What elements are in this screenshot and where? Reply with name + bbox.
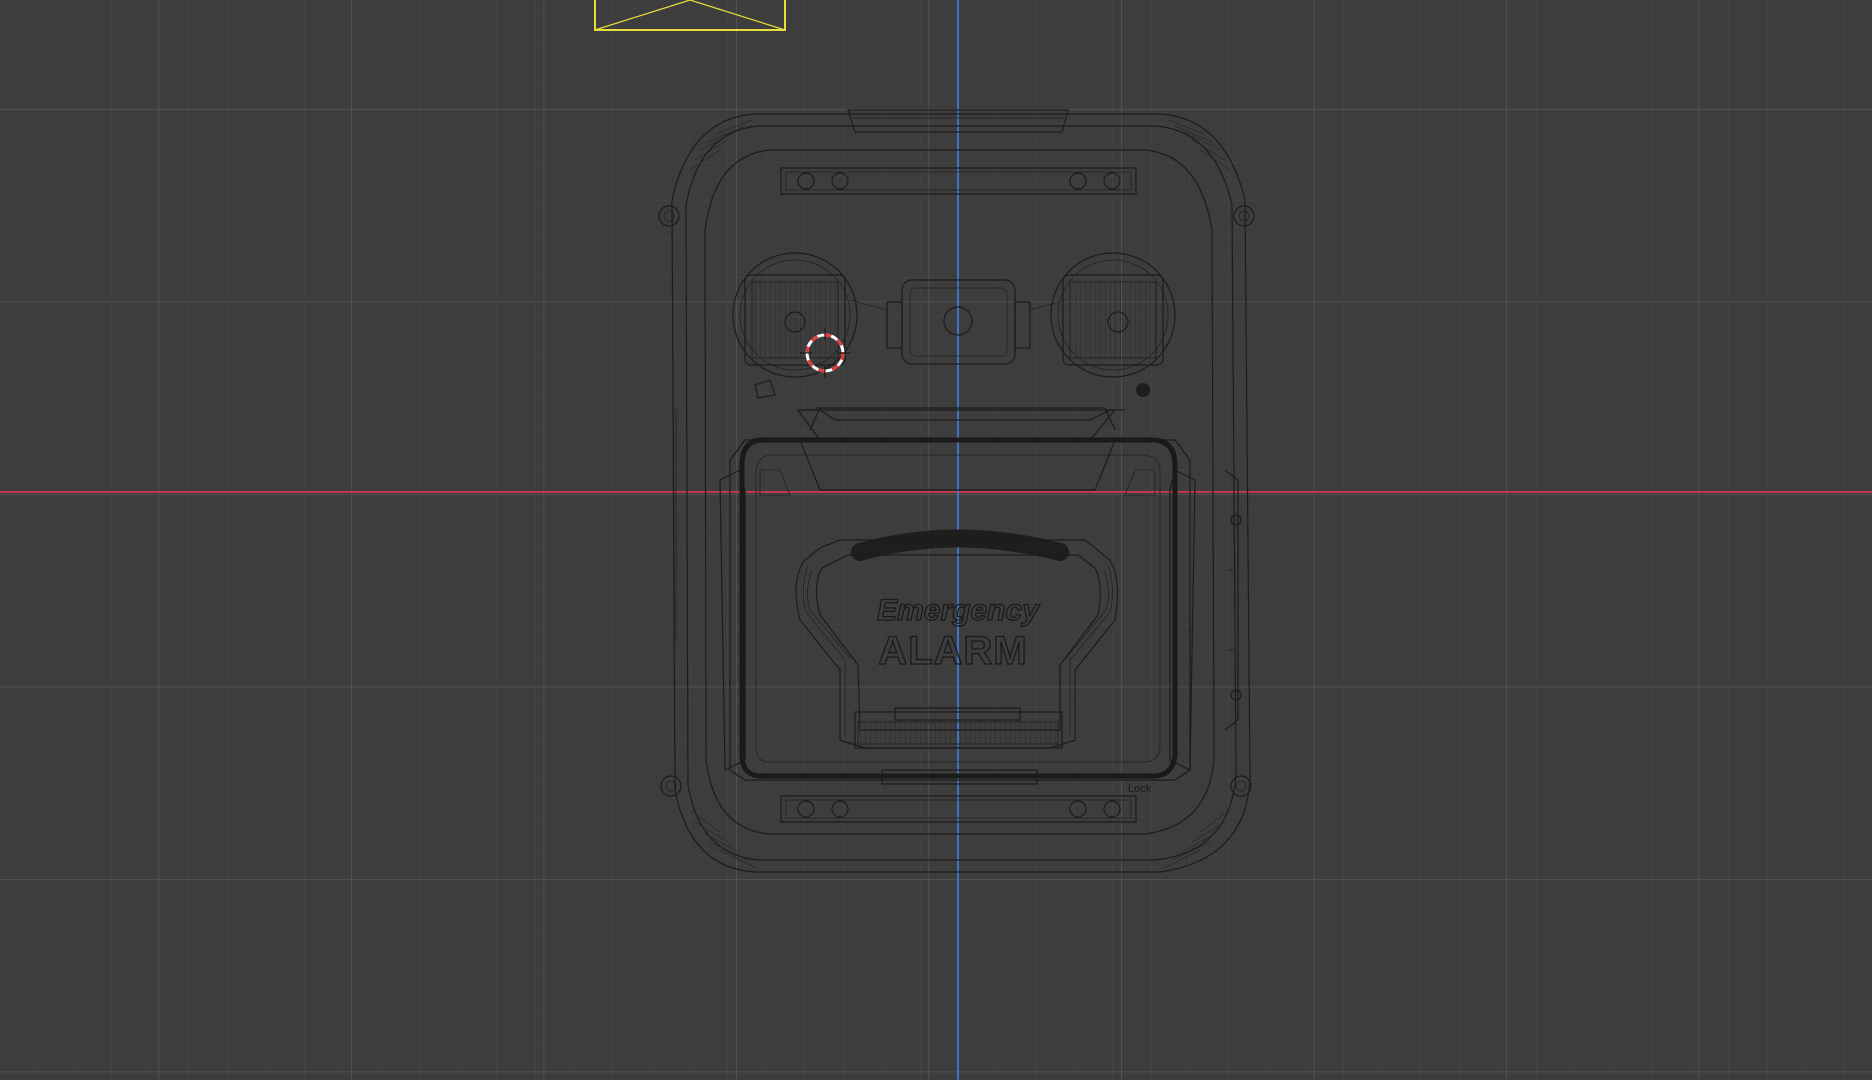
label-alarm: ALARM <box>878 629 1027 673</box>
label-emergency: Emergency <box>877 594 1040 627</box>
3d-viewport[interactable]: Emergency ALARM Lock <box>0 0 1872 1080</box>
lock-mark: Lock <box>1128 783 1152 795</box>
